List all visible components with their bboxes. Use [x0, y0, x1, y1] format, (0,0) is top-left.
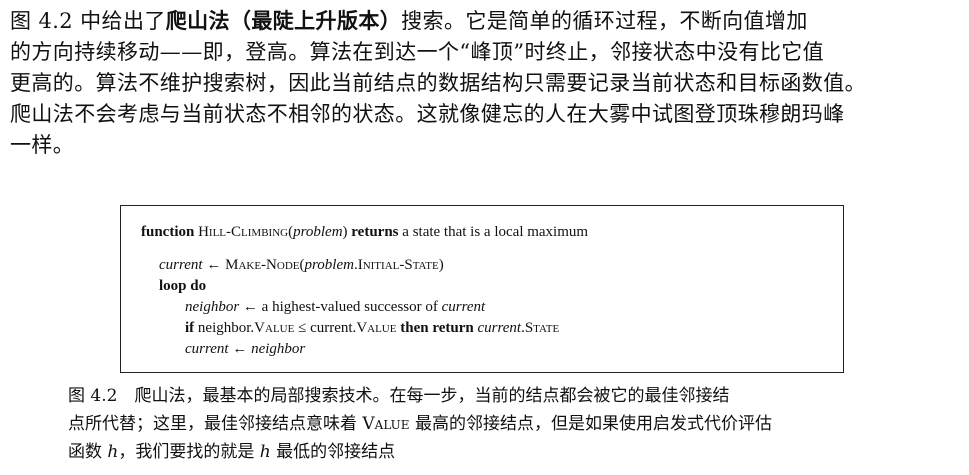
algo-line-2: current ← Make-Node(problem.Initial-Stat…	[159, 257, 444, 273]
algo-line-3: loop do	[159, 278, 207, 294]
caption-line-2: 点所代替；这里，最佳邻接结点意味着 Value 最高的邻接结点，但是如果使用启发…	[68, 414, 772, 434]
paragraph-text: 搜索。它是简单的循环过程，不断向值增加	[401, 9, 808, 33]
caption-line-3: 函数 h，我们要找的就是 h 最低的邻接结点	[68, 442, 396, 462]
paragraph-line-3: 更高的。算法不维护搜索树，因此当前结点的数据结构只需要记录当前状态和目标函数值。	[10, 71, 866, 95]
algo-line-5: if neighbor.Value ≤ current.Value then r…	[185, 320, 560, 336]
algo-line-6: current ← neighbor	[185, 341, 306, 357]
paragraph-text: 图 4.2 中给出了	[10, 9, 166, 33]
figure-caption: 图 4.2 爬山法，最基本的局部搜索技术。在每一步，当前的结点都会被它的最佳邻接…	[68, 382, 958, 466]
paragraph-line-1: 图 4.2 中给出了爬山法（最陡上升版本）搜索。它是简单的循环过程，不断向值增加	[10, 6, 962, 37]
paragraph-line-4: 爬山法不会考虑与当前状态不相邻的状态。这就像健忘的人在大雾中试图登顶珠穆朗玛峰	[10, 102, 845, 126]
paragraph-bold-term: 爬山法（最陡上升版本）	[165, 9, 402, 33]
algo-line-4: neighbor ← a highest-valued successor of…	[185, 299, 486, 315]
paragraph-line-2: 的方向持续移动——即，登高。算法在到达一个“峰顶”时终止，邻接状态中没有比它值	[10, 40, 825, 64]
algorithm-box: function Hill-Climbing(problem) returns …	[120, 205, 844, 373]
caption-line-1: 图 4.2 爬山法，最基本的局部搜索技术。在每一步，当前的结点都会被它的最佳邻接…	[68, 386, 730, 406]
algo-line-1: function Hill-Climbing(problem) returns …	[141, 224, 589, 240]
body-paragraph: 图 4.2 中给出了爬山法（最陡上升版本）搜索。它是简单的循环过程，不断向值增加…	[10, 6, 962, 161]
paragraph-line-5: 一样。	[10, 133, 75, 157]
